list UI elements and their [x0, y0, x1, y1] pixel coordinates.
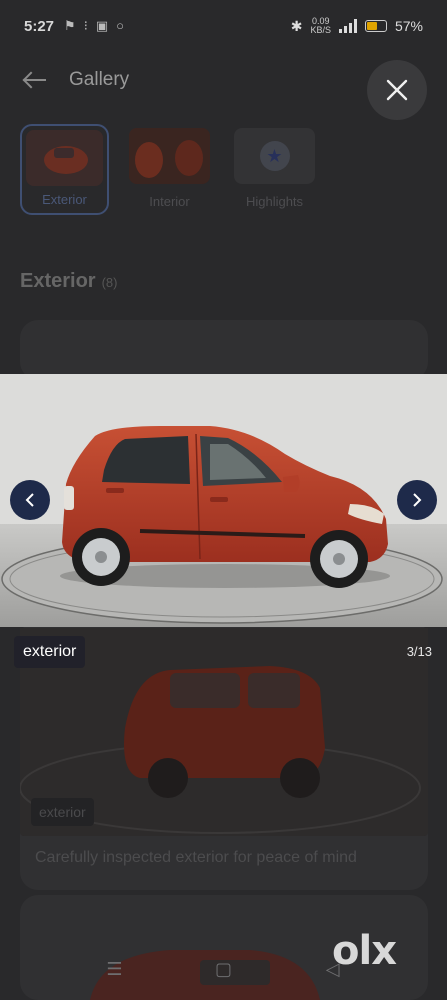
battery-fill	[366, 22, 378, 30]
whatsapp-icon: ⁝	[83, 18, 88, 33]
net-speed: 0.09 KB/S	[310, 16, 331, 35]
page-title: Gallery	[69, 69, 130, 90]
signal-icon	[338, 19, 357, 33]
image-viewer[interactable]	[0, 374, 447, 627]
section-heading: Exterior (8)	[20, 270, 117, 293]
notification-icon: ⚑	[64, 18, 76, 33]
section-title: Exterior	[20, 270, 96, 292]
battery-icon	[364, 20, 387, 32]
status-bar: 5:27 ⚑ ⁝ ▣ ○ ✱ 0.09 KB/S 57%	[0, 0, 447, 52]
battery-percent: 57%	[394, 18, 423, 34]
previous-image-button[interactable]	[10, 480, 50, 520]
tab-interior-label: Interior	[149, 194, 190, 209]
exterior-caption: Carefully inspected exterior for peace o…	[35, 849, 357, 866]
star-icon: ★	[259, 141, 290, 171]
menu-icon[interactable]: ☰	[105, 959, 125, 979]
category-tabs: Exterior Interior ★ Highlights	[20, 124, 319, 215]
chevron-right-icon	[413, 493, 422, 507]
close-icon	[386, 79, 408, 101]
circle-icon: ○	[116, 18, 124, 33]
car-photo	[0, 374, 447, 627]
exterior-tag: exterior	[31, 798, 94, 826]
tab-highlights-label: Highlights	[245, 194, 304, 209]
home-icon[interactable]: ▢	[214, 959, 234, 979]
chevron-left-icon	[25, 493, 34, 507]
tab-exterior[interactable]: Exterior	[20, 124, 109, 215]
interior-thumbnail	[129, 128, 210, 184]
back-arrow-icon[interactable]	[22, 70, 48, 90]
exterior-thumbnail	[26, 130, 103, 186]
status-time: 5:27	[24, 17, 55, 35]
highlights-thumbnail: ★	[234, 128, 315, 184]
tab-interior[interactable]: Interior	[125, 124, 214, 215]
next-image-button[interactable]	[397, 480, 437, 520]
image-card-top	[20, 320, 428, 380]
image-caption-tag: exterior	[14, 636, 86, 668]
section-count: (8)	[101, 275, 118, 290]
tab-exterior-label: Exterior	[42, 192, 87, 207]
status-right-group: ✱ 0.09 KB/S 57%	[291, 17, 423, 35]
image-counter: 3/13	[406, 644, 432, 659]
back-triangle-icon[interactable]: ◁	[323, 959, 343, 979]
status-notification-icons: ⚑ ⁝ ▣ ○	[64, 18, 124, 34]
tab-highlights[interactable]: ★ Highlights	[230, 124, 319, 215]
system-navigation-bar: ☰ ▢ ◁	[0, 938, 447, 1000]
viewer-caption-row: exterior 3/13	[0, 636, 447, 670]
bluetooth-icon: ✱	[290, 17, 303, 34]
close-button[interactable]	[367, 60, 427, 120]
photo-icon: ▣	[95, 18, 109, 33]
